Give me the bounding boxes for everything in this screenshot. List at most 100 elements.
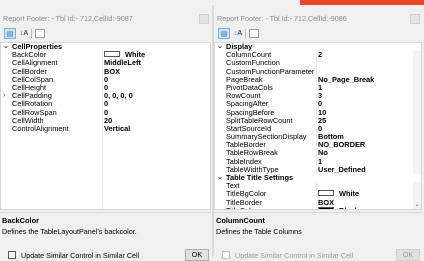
property-grid[interactable]: ⌄ CellProperties BackColor White CellAlignme…	[0, 42, 211, 210]
property-row[interactable]: CellBorder BOX	[1, 68, 210, 76]
property-row[interactable]: SpacingAfter 0	[215, 100, 421, 108]
categorized-view-icon[interactable]: ▤	[218, 28, 230, 39]
property-name: CellBorder	[12, 67, 47, 76]
property-row[interactable]: PivotDataCols 1	[215, 84, 421, 92]
property-value[interactable]: No_Page_Break	[318, 76, 421, 84]
property-value[interactable]: 0	[318, 100, 421, 108]
property-value[interactable]: Bottom	[318, 133, 421, 141]
panel-title: Report Footer: - Tbl Id:- 712,CellId:-90…	[214, 12, 424, 26]
chevron-down-icon[interactable]: ⌄	[217, 174, 225, 182]
property-value-text: User_Defined	[318, 165, 366, 174]
update-similar-checkbox[interactable]	[8, 251, 16, 259]
property-value[interactable]: 0	[104, 84, 210, 92]
property-row[interactable]: TitleColor Black	[215, 207, 421, 209]
property-value[interactable]: BOX	[104, 68, 210, 76]
property-row[interactable]: TableWidthType User_Defined	[215, 166, 421, 174]
left-property-panel: Report Footer: - Tbl Id:- 712,CellId:-90…	[0, 5, 213, 261]
property-value[interactable]: No	[318, 149, 421, 157]
property-name: ControlAlignment	[12, 124, 69, 133]
category-label: CellProperties	[12, 43, 63, 51]
property-value-text: NO_BORDER	[318, 141, 366, 150]
property-row[interactable]: TitleBgColor White	[215, 190, 421, 198]
property-row[interactable]: SplitTableRowCount 25	[215, 117, 421, 125]
property-value[interactable]: 2	[318, 51, 421, 59]
property-name: TableWidthType	[226, 165, 279, 174]
property-value[interactable]: Vertical	[104, 125, 210, 133]
property-value-text: 0	[318, 124, 323, 133]
property-name: StartSourceId	[226, 124, 272, 133]
property-name: CellColSpan	[12, 75, 54, 84]
chevron-down-icon[interactable]: ⌄	[3, 43, 11, 51]
property-row[interactable]: CellWidth 20	[1, 117, 210, 125]
property-value[interactable]: MiddleLeft	[104, 59, 210, 67]
property-value[interactable]: BOX	[318, 199, 421, 207]
property-toolbar: ▤ ↓A	[0, 26, 213, 41]
property-value[interactable]: White	[104, 51, 210, 59]
property-row[interactable]: TableRowBreak No	[215, 149, 421, 157]
right-property-panel: Report Footer: - Tbl Id:- 712,CellId:-90…	[214, 5, 424, 261]
panel-title-button[interactable]	[199, 14, 209, 24]
property-row[interactable]: Text	[215, 182, 421, 190]
chevron-right-icon[interactable]: ›	[3, 92, 11, 100]
alphabetical-sort-icon[interactable]: ↓A	[232, 28, 244, 39]
property-value[interactable]: 0	[104, 100, 210, 108]
property-value[interactable]: 0, 0, 0, 0	[104, 92, 210, 100]
property-category[interactable]: ⌄ CellProperties	[1, 43, 210, 52]
property-value[interactable]: 3	[318, 92, 421, 100]
property-row[interactable]: CellRowSpan 0	[1, 109, 210, 117]
property-value[interactable]: White	[318, 190, 421, 198]
property-row[interactable]: CustomFunctionParameter	[215, 68, 421, 76]
property-value[interactable]: 0	[104, 76, 210, 84]
property-row[interactable]: PageBreak No_Page_Break	[215, 76, 421, 84]
property-row[interactable]: TableBorder NO_BORDER	[215, 141, 421, 149]
property-value[interactable]: 25	[318, 117, 421, 125]
property-row[interactable]: ControlAlignment Vertical	[1, 125, 210, 133]
property-row[interactable]: StartSourceId 0	[215, 125, 421, 133]
property-pages-icon[interactable]	[35, 29, 45, 38]
ok-button[interactable]: OK	[185, 249, 209, 261]
categorized-view-icon[interactable]: ▤	[4, 28, 16, 39]
property-name: SpacingAfter	[226, 100, 269, 109]
property-value[interactable]: 1	[318, 84, 421, 92]
alphabetical-sort-icon[interactable]: ↓A	[18, 28, 30, 39]
property-value[interactable]: 10	[318, 109, 421, 117]
ok-button[interactable]: OK	[396, 249, 420, 261]
property-row[interactable]: SpacingBefore 10	[215, 109, 421, 117]
property-category[interactable]: ⌄ Table Title Settings	[215, 174, 421, 183]
property-value[interactable]: 0	[104, 109, 210, 117]
panel-title-text: Report Footer: - Tbl Id:- 712,CellId:-90…	[3, 14, 133, 23]
property-value[interactable]: 0	[318, 125, 421, 133]
update-similar-checkbox[interactable]	[222, 251, 230, 259]
panel-title-text: Report Footer: - Tbl Id:- 712,CellId:-90…	[217, 14, 347, 23]
property-value-text: 20	[104, 116, 113, 125]
property-row[interactable]: CellRotation 0	[1, 100, 210, 108]
property-row[interactable]: › CellPadding 0, 0, 0, 0	[1, 92, 210, 100]
description-title: ColumnCount	[216, 216, 265, 225]
panel-title-button[interactable]	[410, 14, 420, 24]
property-value[interactable]: NO_BORDER	[318, 141, 421, 149]
property-value-text: No_Page_Break	[318, 75, 375, 84]
property-value[interactable]: 20	[104, 117, 210, 125]
property-row[interactable]: ColumnCount 2	[215, 51, 421, 59]
property-value[interactable]: Black	[318, 207, 421, 209]
property-value[interactable]: User_Defined	[318, 166, 421, 174]
property-row[interactable]: CellAlignment MiddleLeft	[1, 59, 210, 67]
property-pages-icon[interactable]	[249, 29, 259, 38]
property-category[interactable]: ⌄ Display	[215, 43, 421, 52]
property-grid[interactable]: ⌃ ⌄ ⌄DisplayColumnCount2CustomFunctionCu…	[214, 42, 422, 210]
property-value-text: 25	[318, 116, 327, 125]
chevron-down-icon[interactable]: ⌄	[217, 43, 225, 51]
property-row[interactable]: CustomFunction	[215, 59, 421, 67]
property-toolbar: ▤ ↓A	[214, 26, 424, 41]
property-value-text: 0	[104, 83, 109, 92]
property-row[interactable]: SummarySectionDisplay Bottom	[215, 133, 421, 141]
property-row[interactable]: CellHeight 0	[1, 84, 210, 92]
property-row[interactable]: TableIndex 1	[215, 158, 421, 166]
property-row[interactable]: RowCount 3	[215, 92, 421, 100]
property-value-text: No	[318, 149, 328, 158]
property-row[interactable]: TitleBorder BOX	[215, 199, 421, 207]
toolbar-separator	[31, 29, 32, 38]
property-row[interactable]: CellColSpan 0	[1, 76, 210, 84]
property-row[interactable]: BackColor White	[1, 51, 210, 59]
property-value[interactable]: 1	[318, 158, 421, 166]
